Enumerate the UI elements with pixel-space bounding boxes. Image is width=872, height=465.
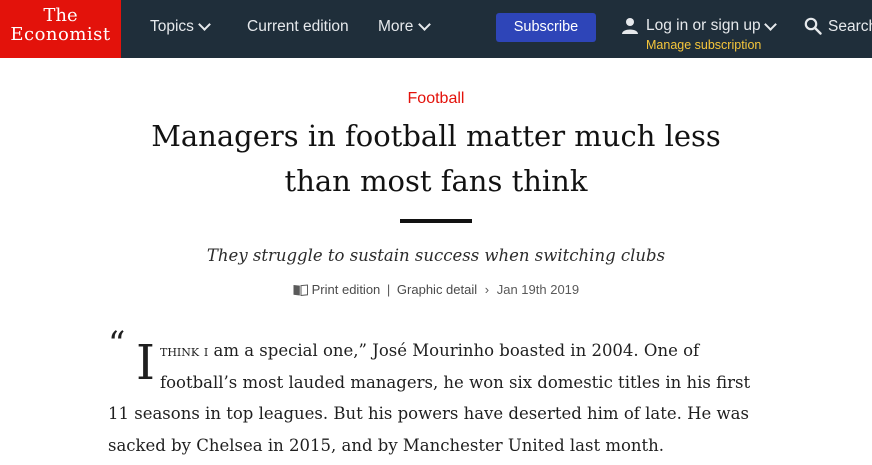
drop-cap: I — [136, 335, 155, 391]
graphic-detail-link[interactable]: Graphic detail — [397, 281, 477, 299]
search-icon[interactable] — [804, 17, 822, 35]
article-meta: Print edition | Graphic detail › Jan 19t… — [293, 281, 579, 299]
publish-date: Jan 19th 2019 — [496, 282, 580, 297]
nav-topics[interactable]: Topics — [150, 16, 194, 38]
body-line-1: think i am a special one,” José Mourinho… — [160, 335, 699, 368]
nav-more[interactable]: More — [378, 16, 413, 38]
section-label-text: Football — [407, 90, 465, 107]
search-link[interactable]: Search — [828, 16, 872, 38]
article-standfirst: They struggle to sustain success when sw… — [206, 246, 666, 265]
logo-line-economist: Economist — [10, 24, 111, 45]
top-navigation-bar: The Economist Topics Current edition Mor… — [0, 0, 872, 58]
headline-line-2: than most fans think — [284, 164, 588, 198]
body-line-4: sacked by Chelsea in 2015, and by Manche… — [108, 435, 665, 455]
body-line-3: 11 seasons in top leagues. But his power… — [108, 404, 749, 423]
print-edition-link[interactable]: Print edition — [312, 281, 381, 299]
manage-subscription-link[interactable]: Manage subscription — [646, 37, 761, 53]
login-label: Log in or sign up — [646, 17, 761, 34]
economist-logo[interactable]: The Economist — [0, 0, 121, 58]
opening-quote-mark: “ — [108, 324, 126, 364]
small-caps-lead: think i — [160, 342, 209, 360]
headline-line-1: Managers in football matter much less — [151, 119, 721, 153]
nav-current-edition[interactable]: Current edition — [247, 16, 349, 38]
book-icon — [293, 284, 308, 296]
headline-divider — [400, 219, 472, 223]
nav-current-edition-label: Current edition — [247, 18, 349, 35]
chevron-down-icon — [198, 18, 211, 31]
body-line-2: football’s most lauded managers, he won … — [160, 372, 751, 392]
article-headline: Managers in football matter much less th… — [100, 114, 772, 204]
search-label: Search — [828, 18, 872, 35]
nav-topics-label: Topics — [150, 18, 194, 35]
chevron-down-icon — [764, 18, 777, 31]
nav-more-label: More — [378, 18, 414, 35]
meta-arrow: › — [484, 282, 490, 297]
login-link[interactable]: Log in or sign up — [646, 15, 761, 37]
body-line-1-rest: am a special one,” José Mourinho boasted… — [208, 341, 700, 360]
section-label[interactable]: Football — [0, 88, 872, 110]
logo-line-the: The — [43, 5, 78, 26]
meta-separator: | — [386, 282, 391, 297]
chevron-down-icon — [418, 18, 431, 31]
subscribe-button[interactable]: Subscribe — [496, 13, 596, 42]
user-icon — [622, 18, 638, 34]
